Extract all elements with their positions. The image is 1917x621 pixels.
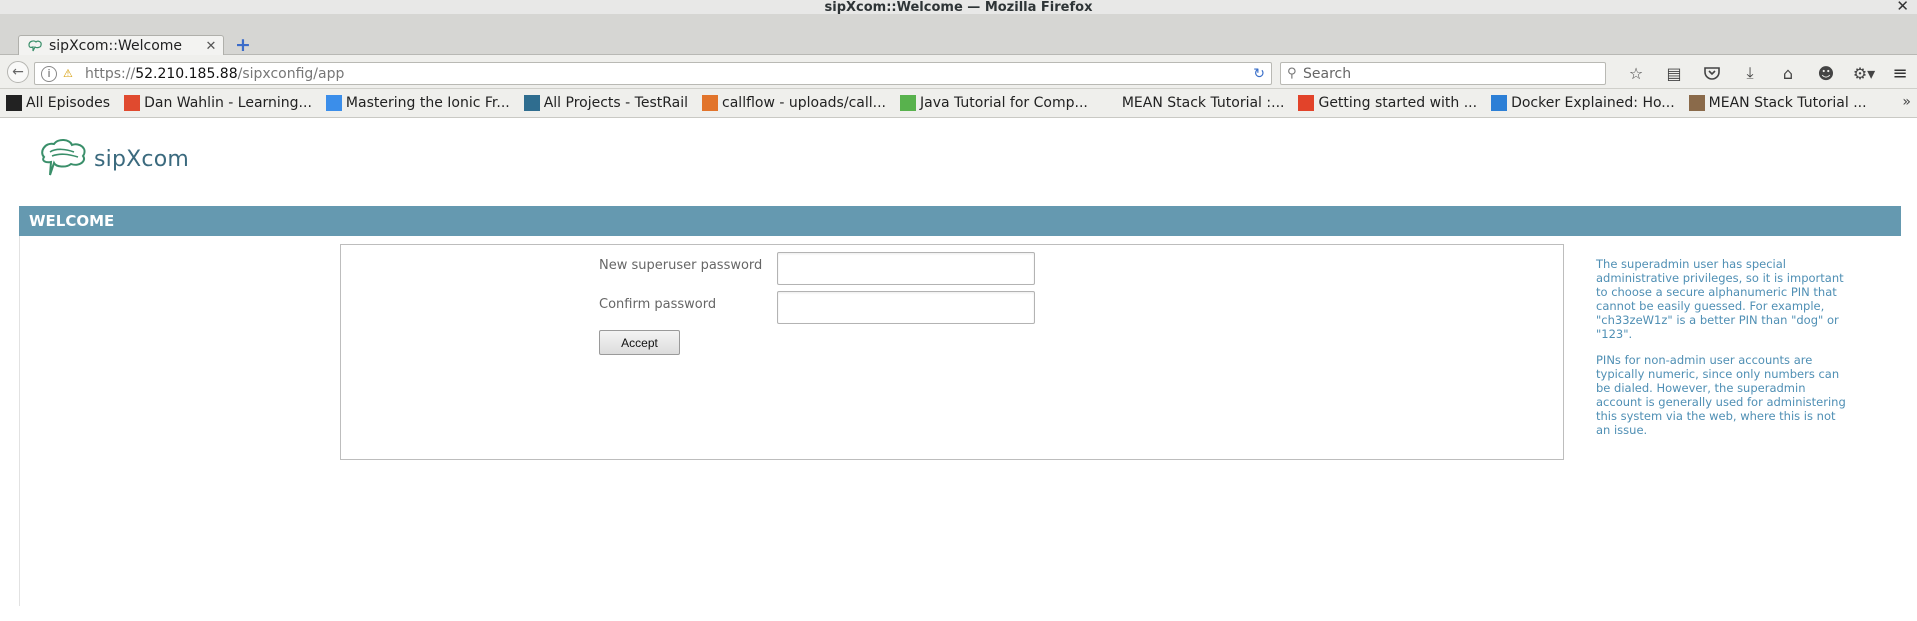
blank-icon (1102, 95, 1118, 111)
page-content: sipXcom WELCOME New superuser password C… (0, 118, 1917, 606)
confirm-password-label: Confirm password (599, 297, 717, 312)
bookmark-item[interactable]: All Episodes (6, 95, 110, 111)
reload-icon[interactable]: ↻ (1253, 66, 1265, 82)
terminal-icon (6, 95, 22, 111)
tab-close-icon[interactable]: ✕ (203, 39, 219, 54)
help-paragraph-superadmin: The superadmin user has special administ… (1596, 257, 1844, 341)
url-host: 52.210.185.88 (135, 65, 238, 82)
insecure-lock-icon[interactable]: ⚠ (63, 67, 77, 80)
new-tab-button[interactable]: + (234, 36, 252, 55)
bookmark-label: Java Tutorial for Comp... (919, 95, 1088, 111)
tab-strip: sipXcom::Welcome ✕ + (0, 14, 1917, 56)
bookmark-star-icon[interactable]: ☆ (1617, 61, 1655, 85)
new-password-label: New superuser password (599, 258, 763, 273)
navigation-bar: ← i ⚠ https://52.210.185.88/sipxconfig/a… (0, 55, 1917, 89)
digitalocean-icon (1491, 95, 1508, 111)
chat-icon[interactable]: ☻ (1807, 61, 1845, 85)
bookmark-item[interactable]: Docker Explained: Ho... (1491, 95, 1675, 111)
ionic-icon (325, 95, 342, 111)
bookmark-label: MEAN Stack Tutorial ... (1708, 95, 1867, 111)
search-bar[interactable]: ⚲ Search (1280, 62, 1606, 85)
window-title: sipXcom::Welcome — Mozilla Firefox (824, 0, 1093, 15)
section-title: WELCOME (29, 212, 115, 230)
url-path: /sipxconfig/app (237, 65, 345, 82)
bookmark-item[interactable]: MEAN Stack Tutorial :... (1102, 95, 1285, 111)
url-prefix: https:// (85, 65, 136, 82)
back-button[interactable]: ← (7, 60, 29, 83)
cloud-logo-icon (41, 139, 86, 176)
help-text: The superadmin user has special administ… (1596, 257, 1848, 449)
git-icon (702, 95, 719, 111)
window-titlebar: sipXcom::Welcome — Mozilla Firefox ✕ (0, 0, 1917, 15)
bookmark-label: Getting started with ... (1318, 95, 1478, 111)
url-bar[interactable]: i ⚠ https://52.210.185.88/sipxconfig/app… (34, 62, 1272, 85)
window-close-icon[interactable]: ✕ (1896, 0, 1909, 15)
bookmark-item[interactable]: All Projects - TestRail (523, 95, 689, 111)
logo-text: sipXcom (94, 146, 189, 172)
bookmark-label: Dan Wahlin - Learning... (144, 95, 312, 111)
bookmark-item[interactable]: Getting started with ... (1298, 95, 1477, 111)
bookmark-label: callflow - uploads/call... (722, 95, 886, 111)
bookmark-item[interactable]: MEAN Stack Tutorial ... (1688, 95, 1867, 111)
left-divider (19, 236, 20, 606)
accept-button[interactable]: Accept (599, 330, 680, 355)
windows-icon (124, 95, 141, 111)
udemy-icon (899, 95, 916, 111)
info-icon[interactable]: i (41, 65, 57, 82)
addons-icon[interactable]: ⚙▾ (1845, 61, 1883, 85)
bookmark-label: MEAN Stack Tutorial :... (1121, 95, 1285, 111)
bookmark-label: Mastering the Ionic Fr... (345, 95, 510, 111)
bookmark-item[interactable]: Dan Wahlin - Learning... (124, 95, 312, 111)
bookmark-label: All Episodes (26, 95, 111, 111)
gitlab-icon (1298, 95, 1315, 111)
bookmark-label: All Projects - TestRail (543, 95, 689, 111)
bookmark-label: Docker Explained: Ho... (1511, 95, 1675, 111)
search-placeholder: Search (1303, 65, 1352, 82)
bookmarks-bar: All Episodes Dan Wahlin - Learning... Mast… (0, 89, 1917, 118)
confirm-password-input[interactable] (777, 291, 1035, 324)
help-paragraph-pins: PINs for non-admin user accounts are typ… (1596, 353, 1846, 437)
reading-list-icon[interactable]: ▤ (1655, 61, 1693, 85)
pocket-icon[interactable] (1693, 61, 1731, 85)
tab-sipxcom-welcome[interactable]: sipXcom::Welcome ✕ (18, 35, 224, 56)
hamburger-menu-icon[interactable]: ≡ (1887, 61, 1913, 85)
url-text[interactable]: https://52.210.185.88/sipxconfig/app (85, 66, 344, 82)
welcome-header-bar: WELCOME (19, 206, 1901, 236)
bookmark-item[interactable]: Mastering the Ionic Fr... (325, 95, 510, 111)
home-icon[interactable]: ⌂ (1769, 61, 1807, 85)
bookmark-item[interactable]: Java Tutorial for Comp... (899, 95, 1088, 111)
sipxcom-logo[interactable]: sipXcom (36, 137, 189, 181)
toolbar-icons: ☆ ▤ ⤓ ⌂ ☻ ⚙▾ (1617, 61, 1883, 85)
bookmark-item[interactable]: callflow - uploads/call... (702, 95, 886, 111)
avatar-icon (1688, 95, 1705, 111)
new-password-input[interactable] (777, 252, 1035, 285)
download-icon[interactable]: ⤓ (1731, 61, 1769, 85)
sipxcom-favicon-icon (28, 40, 42, 52)
search-icon: ⚲ (1287, 66, 1297, 81)
testrail-icon (523, 95, 540, 111)
password-form: New superuser password Confirm password … (340, 244, 1564, 460)
tab-title: sipXcom::Welcome (49, 38, 183, 54)
bookmarks-overflow-icon[interactable]: » (1902, 94, 1911, 110)
